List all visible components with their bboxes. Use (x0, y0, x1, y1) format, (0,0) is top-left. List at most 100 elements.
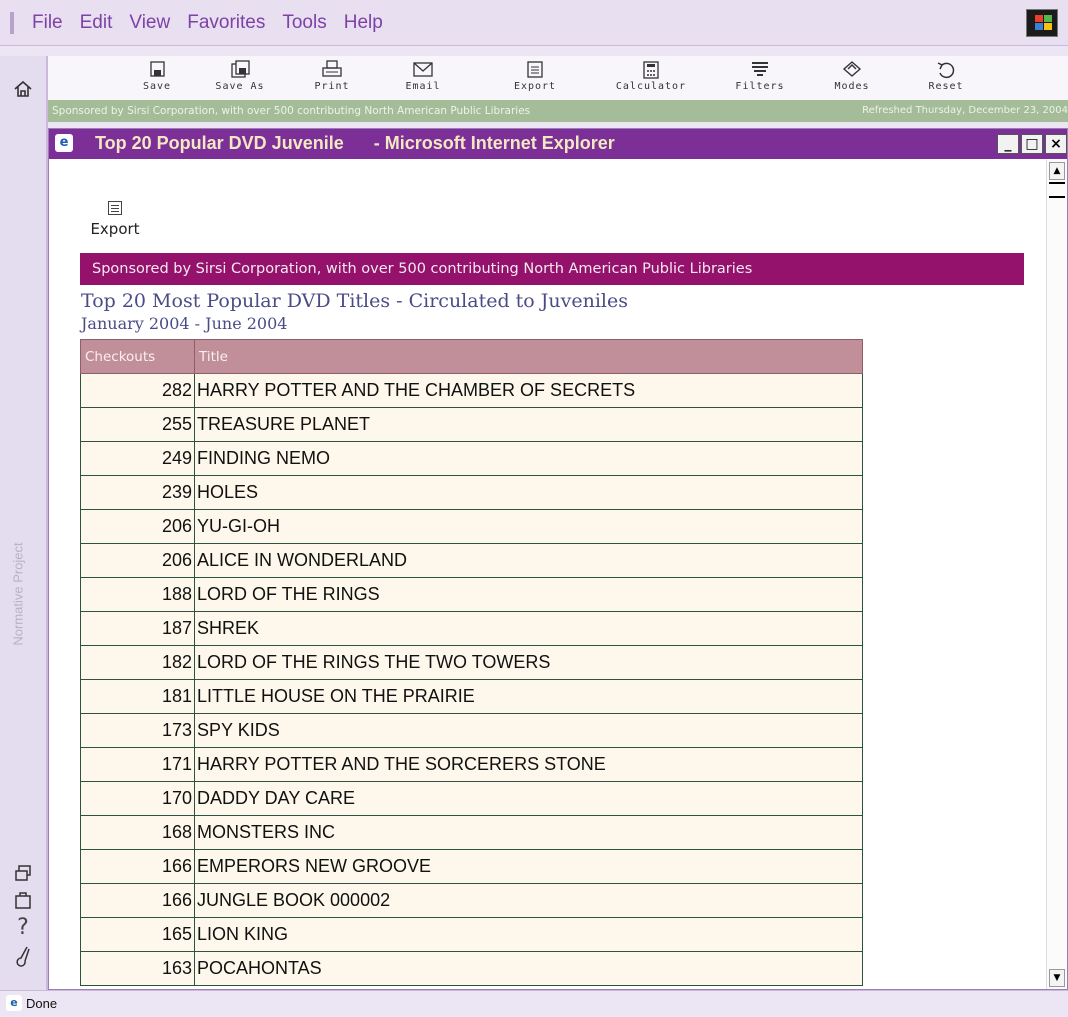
print-icon (320, 60, 344, 80)
checkouts-cell: 166 (80, 883, 195, 918)
minimize-button[interactable]: _ (997, 134, 1019, 154)
restore-window-icon[interactable] (11, 862, 35, 886)
menu-tools[interactable]: Tools (282, 12, 326, 34)
checkouts-cell: 168 (80, 815, 195, 850)
checkouts-cell: 249 (80, 441, 195, 476)
table-row: 171 HARRY POTTER AND THE SORCERERS STONE (80, 747, 863, 782)
help-icon[interactable]: ? (11, 916, 35, 940)
browser-window: e Top 20 Popular DVD Juvenile - Microsof… (48, 128, 1068, 990)
title-cell: TREASURE PLANET (194, 407, 863, 442)
print-button[interactable]: Print (296, 60, 368, 92)
checkouts-cell: 206 (80, 509, 195, 544)
filters-button[interactable]: Filters (724, 60, 796, 92)
table-row: 249 FINDING NEMO (80, 441, 863, 476)
menu-view[interactable]: View (129, 12, 170, 34)
title-cell: YU-GI-OH (194, 509, 863, 544)
menu-bar: File Edit View Favorites Tools Help (0, 0, 1068, 46)
checkouts-cell: 187 (80, 611, 195, 646)
table-row: 168 MONSTERS INC (80, 815, 863, 850)
sponsor-banner: Sponsored by Sirsi Corporation, with ove… (80, 253, 1024, 285)
tool-icon[interactable] (11, 944, 35, 968)
title-cell: DADDY DAY CARE (194, 781, 863, 816)
checkouts-cell: 182 (80, 645, 195, 680)
checkouts-cell: 173 (80, 713, 195, 748)
checkouts-cell: 166 (80, 849, 195, 884)
export-icon (108, 201, 122, 215)
table-row: 187 SHREK (80, 611, 863, 646)
title-cell: LION KING (194, 917, 863, 952)
table-row: 163 POCAHONTAS (80, 951, 863, 986)
column-header-title[interactable]: Title (194, 339, 863, 374)
table-row: 182 LORD OF THE RINGS THE TWO TOWERS (80, 645, 863, 680)
table-row: 282 HARRY POTTER AND THE CHAMBER OF SECRE… (80, 373, 863, 408)
report-title: Top 20 Most Popular DVD Titles - Circula… (81, 290, 628, 312)
title-cell: EMPERORS NEW GROOVE (194, 849, 863, 884)
results-table: Checkouts Title 282 HARRY POTTER AND THE … (80, 339, 863, 986)
table-row: 173 SPY KIDS (80, 713, 863, 748)
menu-favorites[interactable]: Favorites (187, 12, 265, 34)
window-title: Top 20 Popular DVD Juvenile - Microsoft … (95, 133, 615, 153)
title-cell: SPY KIDS (194, 713, 863, 748)
vertical-scrollbar[interactable]: ▲ ▼ (1046, 160, 1067, 989)
window-titlebar: e Top 20 Popular DVD Juvenile - Microsof… (49, 129, 1067, 159)
export-button[interactable]: Export (499, 60, 571, 92)
checkouts-cell: 188 (80, 577, 195, 612)
toolbar: Save Save As Print Email Export Calculat… (48, 56, 1068, 101)
filters-icon (748, 60, 772, 80)
export-link[interactable]: Export (83, 201, 147, 238)
scroll-up-icon[interactable]: ▲ (1049, 162, 1065, 180)
table-row: 166 JUNGLE BOOK 000002 (80, 883, 863, 918)
title-cell: JUNGLE BOOK 000002 (194, 883, 863, 918)
window-icon[interactable] (11, 890, 35, 914)
status-bar: e Done (0, 990, 1068, 1017)
close-button[interactable]: × (1045, 134, 1067, 154)
reset-button[interactable]: Reset (910, 60, 982, 92)
modes-icon (840, 60, 864, 80)
windows-logo-icon (1026, 9, 1058, 37)
table-row: 166 EMPERORS NEW GROOVE (80, 849, 863, 884)
save-icon (145, 60, 169, 80)
save-as-icon (228, 60, 252, 80)
menu-file[interactable]: File (32, 12, 63, 34)
export-icon (523, 60, 547, 80)
modes-button[interactable]: Modes (816, 60, 888, 92)
checkouts-cell: 181 (80, 679, 195, 714)
email-button[interactable]: Email (387, 60, 459, 92)
title-cell: POCAHONTAS (194, 951, 863, 986)
export-label: Export (90, 220, 140, 238)
maximize-button[interactable]: □ (1021, 134, 1043, 154)
checkouts-cell: 255 (80, 407, 195, 442)
checkouts-cell: 282 (80, 373, 195, 408)
internet-explorer-icon: e (55, 134, 73, 152)
checkouts-cell: 206 (80, 543, 195, 578)
table-row: 165 LION KING (80, 917, 863, 952)
table-row: 188 LORD OF THE RINGS (80, 577, 863, 612)
menu-edit[interactable]: Edit (80, 12, 113, 34)
title-cell: HARRY POTTER AND THE SORCERERS STONE (194, 747, 863, 782)
calculator-button[interactable]: Calculator (605, 60, 697, 92)
checkouts-cell: 163 (80, 951, 195, 986)
scroll-down-icon[interactable]: ▼ (1049, 969, 1065, 987)
page-status-icon: e (6, 995, 22, 1011)
email-icon (411, 60, 435, 80)
menu-help[interactable]: Help (344, 12, 383, 34)
checkouts-cell: 171 (80, 747, 195, 782)
checkouts-cell: 239 (80, 475, 195, 510)
table-row: 206 ALICE IN WONDERLAND (80, 543, 863, 578)
save-as-button[interactable]: Save As (204, 60, 276, 92)
table-header-row: Checkouts Title (80, 339, 863, 374)
calculator-icon (639, 60, 663, 80)
scroll-thumb[interactable] (1049, 182, 1065, 198)
reset-icon (934, 60, 958, 80)
table-row: 206 YU-GI-OH (80, 509, 863, 544)
column-header-checkouts[interactable]: Checkouts (80, 339, 195, 374)
checkouts-cell: 170 (80, 781, 195, 816)
title-cell: SHREK (194, 611, 863, 646)
save-button[interactable]: Save (121, 60, 193, 92)
home-icon[interactable] (11, 78, 35, 102)
table-body: 282 HARRY POTTER AND THE CHAMBER OF SECRE… (80, 373, 863, 986)
title-cell: HARRY POTTER AND THE CHAMBER OF SECRETS (194, 373, 863, 408)
title-cell: MONSTERS INC (194, 815, 863, 850)
report-date-range: January 2004 - June 2004 (81, 314, 288, 333)
table-row: 239 HOLES (80, 475, 863, 510)
